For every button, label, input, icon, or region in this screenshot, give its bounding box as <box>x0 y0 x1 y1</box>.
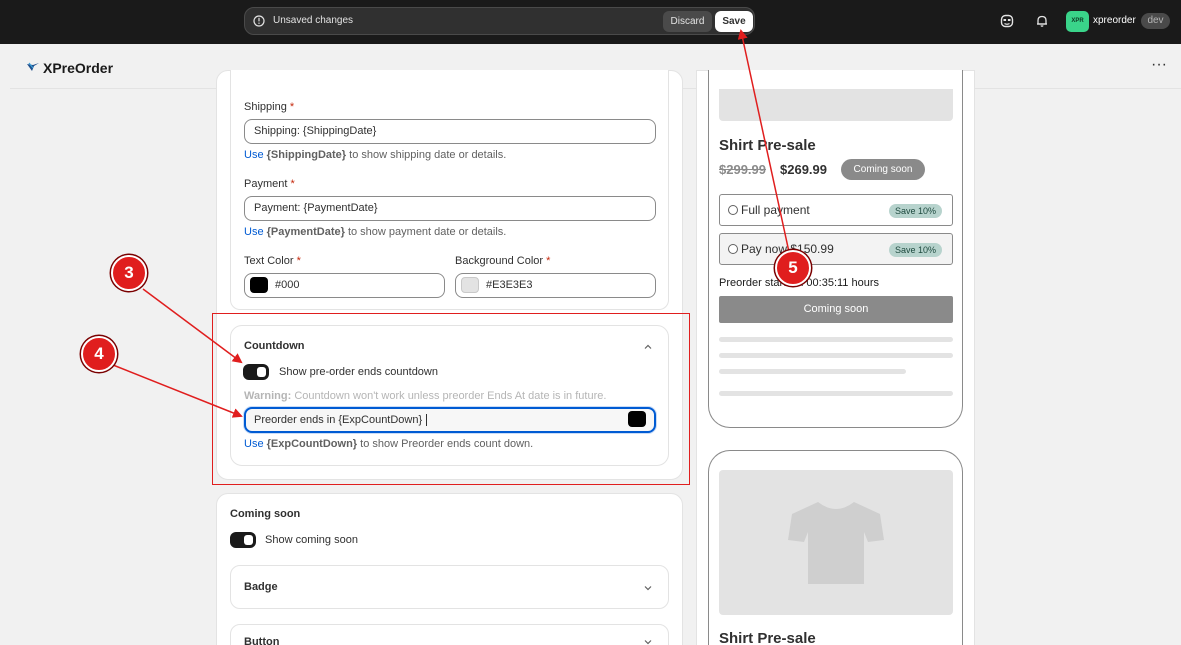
annotation-badge-5: 5 <box>775 250 811 286</box>
annotation-arrows <box>112 29 790 418</box>
annotation-arrow-3 <box>142 288 243 364</box>
annotation-badge-4: 4 <box>81 336 117 372</box>
annotation-badge-3: 3 <box>111 255 147 291</box>
annotation-arrow-4 <box>112 364 243 418</box>
annotation-arrow-5 <box>737 29 790 253</box>
